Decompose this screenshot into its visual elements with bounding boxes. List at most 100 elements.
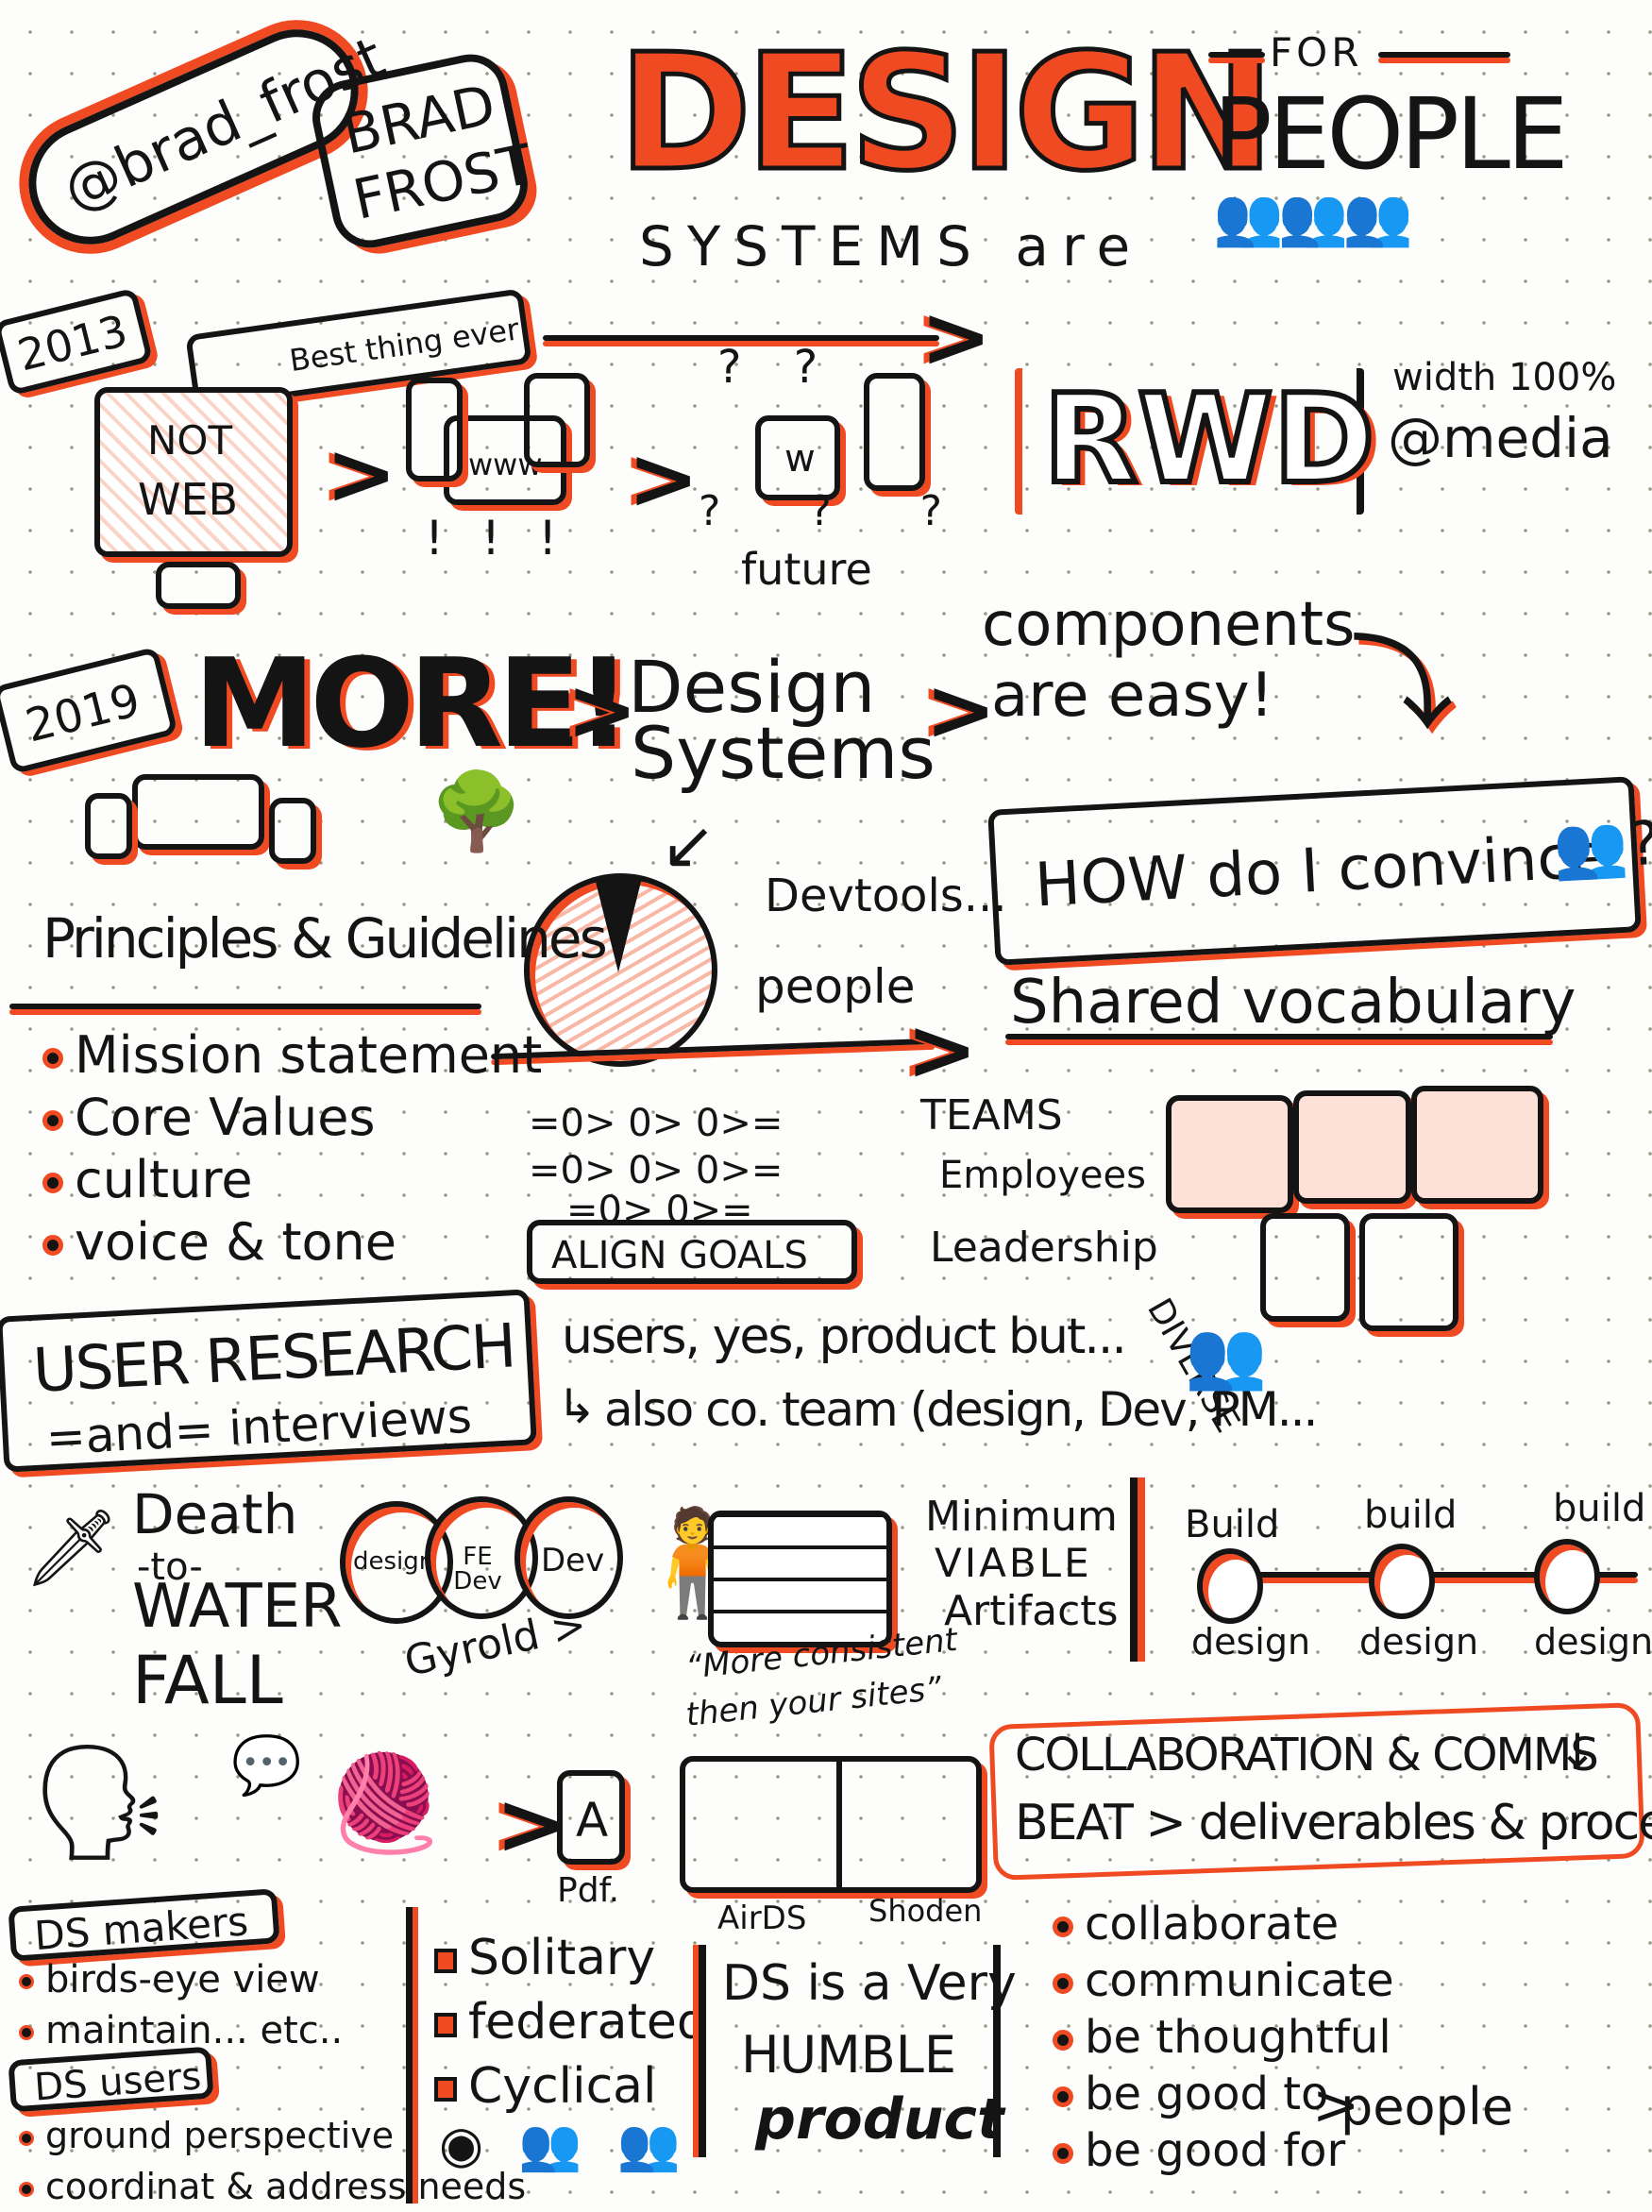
list-item: culture [42,1149,542,1211]
future-device [864,373,925,491]
list-item-text: collaborate [1085,1898,1340,1950]
death-text: Death [132,1482,298,1546]
for-underline [1208,52,1265,58]
curved-arrow-icon: ⤵ [1350,624,1454,745]
makers-list: birds-eye view maintain... etc.. [19,1954,343,2056]
list-item-text: culture [75,1150,253,1209]
rwd-text: RWD [1040,367,1377,511]
list-item-text: birds-eye view [45,1958,320,2001]
humble-line-1: DS is a Very [722,1955,1017,2012]
year-2019-tag: 2019 [0,646,178,775]
list-item: voice & tone [42,1211,542,1274]
arrow-down-left-icon: ↙ [661,806,716,884]
monitor-stand [156,562,241,609]
list-item: Mission statement [42,1024,542,1087]
vocab-underline [1005,1034,1553,1039]
year-2019: 2019 [20,673,145,753]
team-model-icons: ◉ 👥 👥 [439,2115,690,2174]
waterfall-sketch: 🗡 [24,1504,120,1592]
venn-label: FE Dev [453,1543,502,1596]
pdf-letter: A [576,1793,609,1848]
list-item-text: Core Values [75,1088,376,1147]
pdf-document: A [557,1770,625,1865]
people-icons: 👥👥👥 [1213,189,1413,245]
people-question-icon: 👥? [1551,808,1652,885]
group-employees: Employees [939,1154,1146,1197]
more-text: MORE! [194,632,632,775]
devtools-text: Devtools... [765,870,1007,922]
ds-makers-title: DS makers [32,1898,250,1960]
align-goals-box: ALIGN GOALS [527,1220,857,1284]
width-100-text: width 100% [1392,356,1617,399]
list-item: Cyclical [434,2054,708,2119]
shared-vocabulary: Shared vocabulary [1010,968,1576,1038]
group-leadership: Leadership [930,1224,1158,1272]
component-sketch-right [269,798,316,864]
group-teams: TEAMS [920,1091,1063,1140]
arrow-head-icon: > [906,1001,978,1100]
list-item: Solitary [434,1926,708,1990]
shoden-label: Shoden [868,1893,983,1929]
component-card [1411,1086,1543,1204]
user-research-note-2: also co. team (design, Dev, PM... [604,1382,1318,1437]
ds-users-tag: DS users [8,2046,214,2113]
list-item-text: ground perspective [45,2115,395,2156]
person-icon: 👥👥👥 [1213,184,1413,250]
banner-text: Best thing ever [287,311,522,380]
build-design-node [1197,1548,1263,1624]
fall-text: FALL [132,1642,283,1719]
crowd-icon: 👥 [1185,1316,1268,1393]
people-text: people [755,959,916,1014]
exclamation-marks: !!! [425,511,596,566]
monitor-line-1: NOT [147,417,233,464]
list-item: federated [434,1990,708,2054]
airds-label: AirDS [717,1900,807,1937]
principles-underline [9,1004,481,1009]
future-label: future [741,544,872,595]
design-label: design [1191,1621,1311,1663]
title-for: FOR [1270,29,1363,76]
models-list: Solitary federated Cyclical [434,1926,708,2119]
list-item-text: be good for [1085,2124,1346,2177]
build-label: build [1364,1494,1458,1537]
list-item: communicate [1053,1952,1394,2009]
pdf-label: Pdf. [557,1871,620,1910]
component-card [1166,1095,1293,1213]
component-card [1359,1213,1458,1331]
list-item-text: maintain... etc.. [45,2009,344,2052]
build-design-node [1534,1539,1600,1614]
user-research-box: USER RESEARCH =and= interviews [0,1289,537,1473]
principles-title: Principles & Guidelines [42,906,608,971]
mva-line-2: VIABLE [935,1540,1092,1586]
water-text: WATER [132,1572,343,1642]
flow-row: =0> 0> 0>= [529,1149,784,1192]
monitor-line-2: WEB [138,474,239,525]
ds-users-title: DS users [32,2054,203,2110]
component-card [1293,1090,1411,1204]
user-research-note-1: users, yes, product but... [562,1309,1127,1365]
convince-text: HOW do I convince [1033,820,1610,921]
align-goals-text: ALIGN GOALS [551,1234,808,1277]
list-item: birds-eye view [19,1954,343,2005]
component-card [1260,1213,1350,1322]
monitor-not-web: NOT WEB [94,387,293,557]
site-divider [836,1762,842,1887]
site-mockup [708,1511,892,1647]
chevron-icon: > [326,425,397,524]
mva-line-3: Artifacts [944,1587,1119,1635]
list-item-text: voice & tone [75,1212,397,1272]
timeline-arrow-head: > [920,288,992,387]
venn-label: Dev [541,1542,605,1579]
design-system-sites [680,1756,982,1893]
title-systems: SYSTEMS are [639,214,1144,279]
components-line-1: components [982,590,1356,660]
design-label: design [1359,1621,1479,1663]
scribble-ball-icon: 🧶 [326,1748,444,1858]
arrow-down-icon: ↓ [1558,1724,1597,1779]
build-design-node [1369,1544,1435,1619]
list-item-text: Cyclical [468,2058,657,2115]
list-item-text: Mission statement [75,1025,543,1085]
principles-list: Mission statement Core Values culture vo… [42,1024,542,1274]
mva-line-1: Minimum [925,1493,1118,1541]
list-item-text: communicate [1085,1954,1394,2007]
